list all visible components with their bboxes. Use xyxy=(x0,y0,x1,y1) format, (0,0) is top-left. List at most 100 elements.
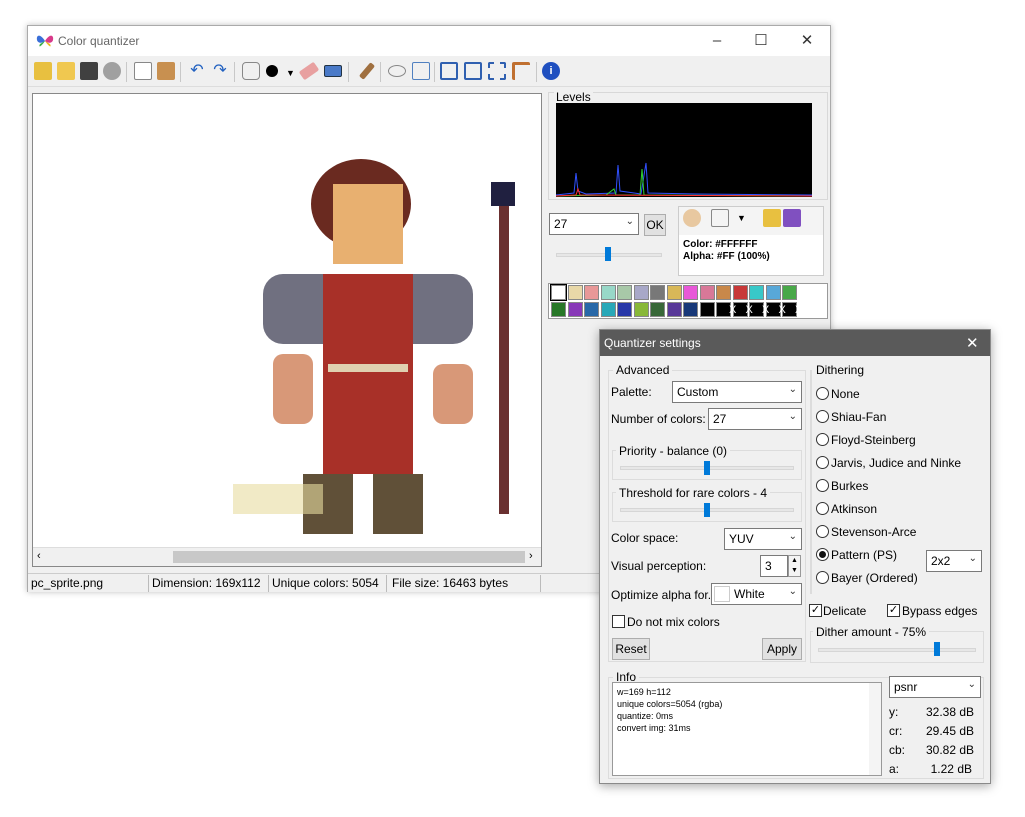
bypass-edges-checkbox[interactable]: ✓ xyxy=(887,604,900,617)
palette-swatch[interactable] xyxy=(666,302,682,317)
pattern-size-combo[interactable]: 2x2 ⌄ xyxy=(926,550,982,572)
dither-radio[interactable] xyxy=(816,502,829,515)
dither-option-label: Floyd-Steinberg xyxy=(831,433,916,447)
colors-combo[interactable]: 27 ⌄ xyxy=(549,213,639,235)
palette-swatch[interactable] xyxy=(633,285,649,300)
palette-swatch[interactable] xyxy=(666,285,682,300)
dither-radio[interactable] xyxy=(816,548,829,561)
chevron-down-icon[interactable]: ▼ xyxy=(286,68,295,78)
copy-icon[interactable] xyxy=(134,62,152,80)
palette-swatch[interactable] xyxy=(683,302,698,317)
palette-swatch[interactable] xyxy=(551,302,566,317)
undo-icon[interactable]: ↶ xyxy=(188,62,206,80)
status-unique-colors: Unique colors: 5054 xyxy=(272,576,379,590)
ok-button[interactable]: OK xyxy=(644,214,666,236)
palette-swatch[interactable] xyxy=(683,285,698,300)
metric-combo[interactable]: psnr ⌄ xyxy=(889,676,981,698)
mask-icon[interactable] xyxy=(242,62,260,80)
title-bar[interactable]: Color quantizer – ☐ ✕ xyxy=(28,26,830,56)
info-icon[interactable]: i xyxy=(542,62,560,80)
palette-swatch[interactable] xyxy=(699,285,715,300)
palette-swatch[interactable] xyxy=(567,302,583,317)
palette-icon[interactable] xyxy=(683,209,701,227)
dither-radio[interactable] xyxy=(816,387,829,400)
close-button[interactable]: ✕ xyxy=(792,30,822,52)
color-space-combo[interactable]: YUV ⌄ xyxy=(724,528,802,550)
save-icon[interactable] xyxy=(80,62,98,80)
minimize-button[interactable]: – xyxy=(702,30,732,52)
palette-swatch[interactable] xyxy=(699,302,715,317)
dither-radio[interactable] xyxy=(816,410,829,423)
reset-button[interactable]: Reset xyxy=(612,638,650,660)
dialog-title-bar[interactable]: Quantizer settings ✕ xyxy=(600,330,990,356)
no-mix-checkbox[interactable] xyxy=(612,615,625,628)
eraser-icon[interactable] xyxy=(298,61,320,81)
save-palette-icon[interactable] xyxy=(783,209,801,227)
fit-icon[interactable] xyxy=(440,62,458,80)
palette-swatch[interactable] xyxy=(732,285,748,300)
horizontal-scrollbar[interactable]: ‹ › xyxy=(33,547,541,566)
chevron-down-icon: ⌄ xyxy=(788,411,797,422)
visual-perception-input[interactable]: 3 xyxy=(760,555,788,577)
dither-amount-slider-thumb[interactable] xyxy=(933,642,940,656)
palette-swatch[interactable] xyxy=(617,302,632,317)
palette-swatch[interactable] xyxy=(716,285,731,300)
optimize-alpha-combo[interactable]: White ⌄ xyxy=(711,583,802,605)
preview-icon[interactable] xyxy=(412,62,430,80)
threshold-slider-thumb[interactable] xyxy=(704,503,710,517)
open-icon[interactable] xyxy=(34,62,52,80)
open-palette-icon[interactable] xyxy=(763,209,781,227)
dither-amount-slider-track[interactable] xyxy=(818,648,976,652)
apply-button[interactable]: Apply xyxy=(762,638,802,660)
settings-gear-icon[interactable] xyxy=(103,62,121,80)
palette-swatch[interactable] xyxy=(600,285,616,300)
dither-radio[interactable] xyxy=(816,433,829,446)
cube-icon[interactable] xyxy=(711,209,729,227)
palette-swatch[interactable] xyxy=(650,285,665,300)
dither-radio[interactable] xyxy=(816,525,829,538)
colors-value: 27 xyxy=(554,217,568,231)
info-scrollbar[interactable] xyxy=(869,683,881,775)
paste-icon[interactable] xyxy=(157,62,175,80)
eye-icon[interactable] xyxy=(388,65,406,77)
visual-perception-value: 3 xyxy=(765,559,772,573)
palette-swatch[interactable] xyxy=(567,285,583,300)
colors-slider-thumb[interactable] xyxy=(605,247,611,261)
rectangle-icon[interactable] xyxy=(324,65,342,77)
maximize-button[interactable]: ☐ xyxy=(746,30,776,52)
palette-swatch[interactable] xyxy=(749,285,764,300)
dither-radio[interactable] xyxy=(816,456,829,469)
info-textbox[interactable]: w=169 h=112 unique colors=5054 (rgba) quan… xyxy=(612,682,882,776)
palette-swatch[interactable] xyxy=(650,302,665,317)
metric-value: 29.45 dB xyxy=(926,724,975,738)
open-folder-icon[interactable] xyxy=(57,62,75,80)
color-dot-icon[interactable] xyxy=(266,65,278,77)
window-title: Color quantizer xyxy=(58,34,140,48)
crop-icon[interactable] xyxy=(488,62,506,80)
dither-radio[interactable] xyxy=(816,571,829,584)
chevron-down-icon[interactable]: ▼ xyxy=(737,213,746,223)
visual-perception-spinner[interactable]: ▲ ▼ xyxy=(788,555,801,577)
palette-swatch[interactable] xyxy=(633,302,649,317)
palette-swatch[interactable] xyxy=(600,302,616,317)
scroll-left-icon[interactable]: ‹ xyxy=(37,550,41,562)
fullscreen-icon[interactable] xyxy=(464,62,482,80)
priority-slider-thumb[interactable] xyxy=(704,461,710,475)
num-colors-combo[interactable]: 27 ⌄ xyxy=(708,408,802,430)
palette-swatch[interactable] xyxy=(782,285,797,300)
pixel-icon[interactable] xyxy=(512,62,530,80)
close-icon[interactable]: ✕ xyxy=(966,334,979,352)
palette-swatch[interactable] xyxy=(617,285,632,300)
scroll-thumb[interactable] xyxy=(173,551,525,563)
delicate-checkbox[interactable]: ✓ xyxy=(809,604,822,617)
brush-icon[interactable] xyxy=(358,62,376,80)
palette-swatch[interactable] xyxy=(765,285,781,300)
palette-swatch[interactable] xyxy=(584,285,599,300)
redo-icon[interactable]: ↷ xyxy=(211,62,229,80)
image-canvas[interactable] xyxy=(32,93,542,567)
palette-swatch[interactable] xyxy=(550,284,567,301)
palette-swatch[interactable] xyxy=(584,302,599,317)
palette-combo[interactable]: Custom ⌄ xyxy=(672,381,802,403)
scroll-right-icon[interactable]: › xyxy=(529,550,533,562)
dither-radio[interactable] xyxy=(816,479,829,492)
